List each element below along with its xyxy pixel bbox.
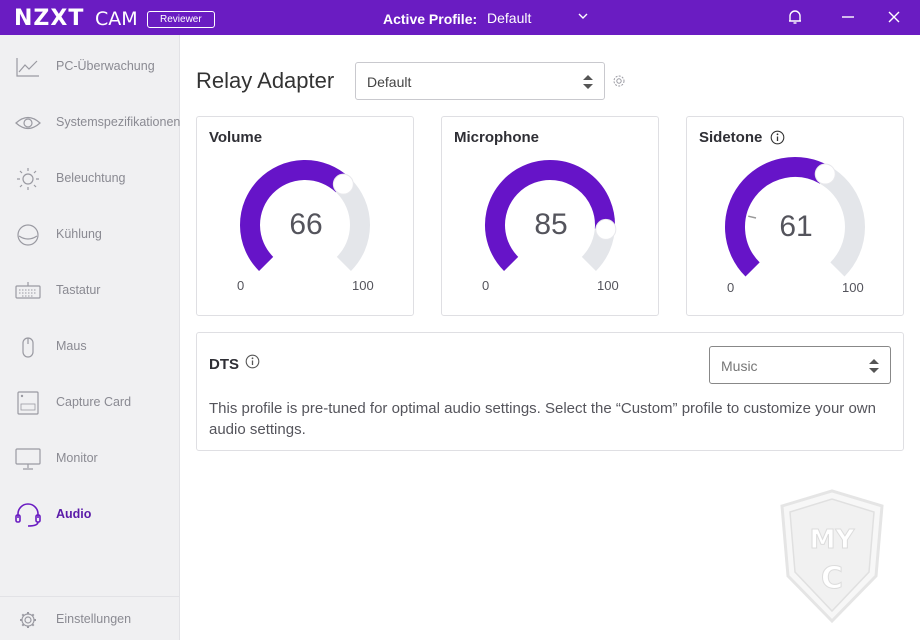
monitor-icon — [15, 448, 41, 470]
gauge-value: 85 — [534, 208, 568, 241]
device-title: Relay Adapter — [196, 68, 335, 93]
headset-icon — [15, 503, 41, 527]
volume-card: Volume 66 0 100 — [196, 116, 414, 316]
dts-title: DTS — [209, 356, 239, 373]
sidebar-item-audio[interactable]: Audio — [0, 495, 180, 535]
sidebar-item-settings[interactable]: Einstellungen — [0, 600, 180, 640]
select-arrows-icon — [869, 359, 879, 373]
sidebar-item-pc-monitoring[interactable]: PC-Überwachung — [0, 47, 180, 87]
profile-settings-gear-icon[interactable] — [611, 73, 627, 89]
capture-card-icon — [17, 391, 39, 415]
svg-text:MY: MY — [810, 525, 856, 555]
info-icon[interactable] — [245, 354, 260, 369]
sidebar-item-label: Systemspezifikationen — [56, 115, 181, 129]
close-icon[interactable] — [885, 8, 903, 26]
select-arrows-icon — [583, 75, 593, 89]
bell-icon[interactable] — [786, 8, 804, 26]
gauge-max: 100 — [842, 280, 864, 295]
sidebar-item-label: Capture Card — [56, 395, 132, 409]
sidebar-item-label: Kühlung — [56, 227, 102, 241]
sidetone-card: Sidetone 61 0 100 — [686, 116, 904, 316]
mouse-icon — [22, 337, 34, 358]
sidebar-item-lighting[interactable]: Beleuchtung — [0, 159, 180, 199]
chart-line-icon — [16, 58, 39, 77]
dts-card: DTS Music This profile is pre-tuned for … — [196, 332, 904, 451]
svg-text:C: C — [821, 561, 843, 596]
sidebar: PC-Überwachung Systemspezifikationen Bel… — [0, 35, 180, 640]
chevron-down-icon[interactable] — [577, 10, 589, 22]
sidebar-item-system-specs[interactable]: Systemspezifikationen — [0, 103, 180, 143]
dts-description: This profile is pre-tuned for optimal au… — [209, 400, 876, 438]
gauge-value: 61 — [779, 210, 813, 243]
myc-watermark-logo: MY C — [780, 489, 884, 624]
gauge-min: 0 — [727, 280, 735, 295]
sidebar-divider — [0, 596, 180, 597]
gauge-max: 100 — [597, 278, 619, 293]
sidebar-item-cooling[interactable]: Kühlung — [0, 215, 180, 255]
gear-icon — [20, 612, 36, 628]
sun-icon — [17, 168, 39, 190]
gauge-handle[interactable] — [814, 163, 836, 185]
gauge-value: 66 — [289, 208, 323, 241]
eye-icon — [15, 116, 41, 130]
nzxt-logo: NZXT — [14, 6, 85, 31]
sidebar-item-label: Beleuchtung — [56, 171, 126, 185]
active-profile-label: Active Profile: — [383, 11, 478, 27]
gauge-handle[interactable] — [332, 173, 354, 195]
gauge-tick — [748, 215, 757, 219]
sidebar-item-capture-card[interactable]: Capture Card — [0, 383, 180, 423]
keyboard-icon — [15, 282, 41, 299]
gauge-min: 0 — [237, 278, 245, 293]
microphone-card: Microphone 85 0 100 — [441, 116, 659, 316]
gauge-min: 0 — [482, 278, 490, 293]
sidebar-item-label: Einstellungen — [56, 612, 132, 626]
profile-select[interactable]: Default — [355, 62, 605, 100]
reviewer-badge: Reviewer — [147, 11, 215, 28]
sidebar-item-label: Maus — [56, 339, 87, 353]
sidebar-item-label: PC-Überwachung — [56, 59, 155, 73]
sidebar-item-mouse[interactable]: Maus — [0, 327, 180, 367]
title-bar: NZXT CAM Reviewer Active Profile: Defaul… — [0, 0, 920, 35]
app-name: CAM — [95, 8, 138, 30]
dts-mode-value: Music — [721, 358, 758, 374]
sidebar-item-label: Tastatur — [56, 283, 101, 297]
gauge-handle[interactable] — [595, 218, 617, 240]
profile-select-value: Default — [367, 74, 412, 90]
sidebar-item-monitor[interactable]: Monitor — [0, 439, 180, 479]
minimize-icon[interactable] — [839, 8, 857, 26]
active-profile-select[interactable]: Default — [487, 10, 531, 26]
cooler-icon — [17, 224, 39, 246]
dts-mode-select[interactable]: Music — [709, 346, 891, 384]
gauge-max: 100 — [352, 278, 374, 293]
sidebar-item-label: Audio — [56, 507, 92, 521]
sidebar-item-label: Monitor — [56, 451, 98, 465]
sidebar-item-keyboard[interactable]: Tastatur — [0, 271, 180, 311]
